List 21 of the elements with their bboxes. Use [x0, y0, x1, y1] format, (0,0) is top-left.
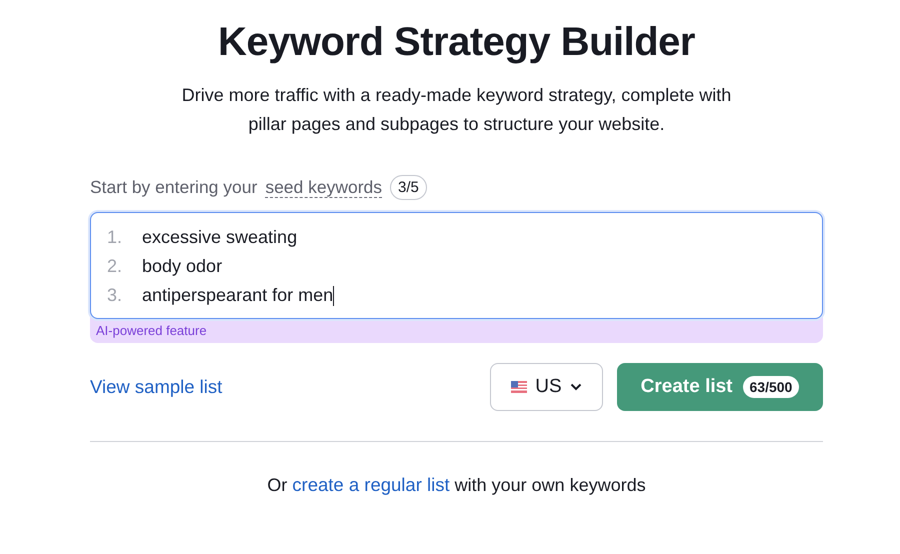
line-number: 3.	[107, 285, 124, 306]
page-subtitle: Drive more traffic with a ready-made keyword strategy, complete with pillar pages and subpages to structure your website.	[180, 84, 732, 136]
flag-icon	[511, 381, 528, 393]
ai-feature-label: AI-powered feature	[95, 322, 208, 340]
keyword-text: antiperspearant for men	[142, 285, 334, 306]
create-list-button[interactable]: Create list 63/500	[617, 363, 823, 411]
line-number: 2.	[107, 256, 124, 277]
quota-badge: 63/500	[742, 376, 800, 398]
footer-sentence: Or create a regular list with your own keywords	[266, 474, 647, 496]
create-regular-list-link[interactable]: create a regular list	[292, 474, 450, 495]
view-sample-link[interactable]: View sample list	[90, 376, 222, 398]
keywords-input-field[interactable]: 1. excessive sweating 2. body odor 3. antiperspearant for men	[90, 212, 823, 319]
page-title: Keyword Strategy Builder	[216, 20, 696, 65]
keyword-text: excessive sweating	[142, 227, 298, 248]
seed-prompt: Start by entering your	[90, 177, 258, 198]
seed-keywords-term[interactable]: seed keywords	[265, 177, 382, 198]
line-number: 1.	[107, 227, 124, 248]
keyword-text: body odor	[142, 256, 222, 277]
country-select[interactable]: US	[490, 363, 603, 411]
chevron-down-icon	[570, 383, 582, 391]
keyword-count-badge: 3/5	[390, 175, 427, 200]
